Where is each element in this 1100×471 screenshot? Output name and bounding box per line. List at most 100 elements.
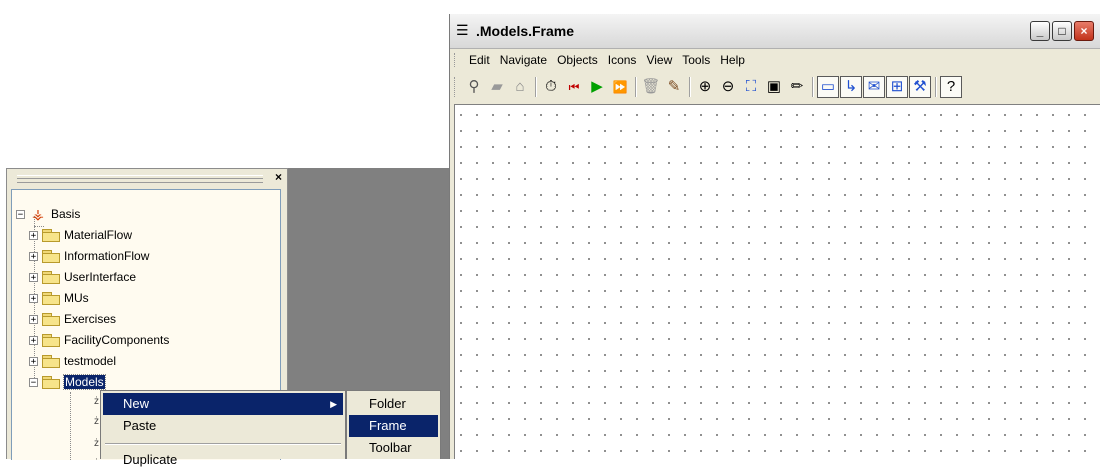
tree-node-label: Basis: [51, 207, 81, 221]
folder-icon: [42, 312, 60, 326]
eraser-icon[interactable]: ▭: [817, 76, 839, 98]
tree-node-label: FacilityComponents: [64, 333, 170, 347]
home-icon[interactable]: ⌂: [509, 76, 531, 98]
object-icon: ż: [94, 458, 99, 460]
fit-icon[interactable]: ⛶: [740, 76, 762, 98]
tree-node-testmodel[interactable]: + testmodel: [29, 351, 116, 371]
frame-window: ☰ .Models.Frame _ □ × Edit Navigate Obje…: [449, 14, 1100, 459]
tree-node-informationflow[interactable]: + InformationFlow: [29, 246, 149, 266]
tree-node-label: testmodel: [64, 354, 117, 368]
binoculars-icon[interactable]: ⚲: [463, 76, 485, 98]
zoom-in-icon[interactable]: ⊕: [694, 76, 716, 98]
broom-icon[interactable]: ✎: [663, 76, 685, 98]
minimize-button[interactable]: _: [1030, 21, 1050, 41]
context-menu: New ▶ Paste Duplicate: [100, 390, 346, 467]
frame-window-icon: ☰: [456, 22, 469, 38]
title-bar[interactable]: ☰ .Models.Frame _ □ ×: [450, 14, 1100, 49]
pencil-icon[interactable]: ✏: [786, 76, 808, 98]
help-icon[interactable]: ?: [940, 76, 962, 98]
folder-icon[interactable]: ▰: [486, 76, 508, 98]
submenu-folder[interactable]: Folder: [349, 393, 438, 415]
expand-icon[interactable]: +: [29, 293, 38, 303]
folder-icon: [42, 375, 60, 389]
toolbar-separator: [935, 77, 937, 97]
panel-close-button[interactable]: ×: [275, 170, 282, 184]
folder-icon: [42, 249, 60, 263]
toolbar-separator: [689, 77, 691, 97]
menu-view[interactable]: View: [641, 51, 677, 69]
tree-node-mus[interactable]: + MUs: [29, 288, 89, 308]
context-menu-separator: [105, 443, 341, 445]
tree-node-label: Models: [63, 374, 106, 390]
menu-navigate[interactable]: Navigate: [495, 51, 552, 69]
context-menu-new[interactable]: New ▶: [103, 393, 343, 415]
menu-bar: Edit Navigate Objects Icons View Tools H…: [450, 49, 1100, 71]
submenu-label: Toolbar: [369, 440, 412, 455]
rewind-icon[interactable]: ⏮: [563, 76, 585, 98]
object-icon: ż: [94, 416, 99, 427]
trash-icon[interactable]: 🗑: [640, 76, 662, 98]
object-icon: ż: [94, 438, 99, 449]
submenu-toolbar[interactable]: Toolbar: [349, 437, 438, 459]
toolbar-separator: [812, 77, 814, 97]
wizard-icon[interactable]: ⚒: [909, 76, 931, 98]
collapse-icon[interactable]: −: [16, 209, 25, 219]
collapse-icon[interactable]: −: [29, 377, 38, 387]
context-menu-label: New: [123, 396, 150, 411]
tree-connector: [70, 392, 71, 460]
toolbar-separator: [635, 77, 637, 97]
expand-icon[interactable]: +: [29, 356, 38, 366]
tree-node-label: MUs: [64, 291, 89, 305]
context-menu-label: Duplicate: [123, 452, 178, 467]
comment-icon[interactable]: ✉: [863, 76, 885, 98]
frame-icon[interactable]: ▣: [763, 76, 785, 98]
expand-icon[interactable]: +: [29, 251, 38, 261]
close-button[interactable]: ×: [1074, 21, 1094, 41]
expand-icon[interactable]: +: [29, 230, 38, 240]
expand-icon[interactable]: +: [29, 335, 38, 345]
menu-icons[interactable]: Icons: [603, 51, 642, 69]
tree-node-label: Exercises: [64, 312, 117, 326]
submenu-arrow-icon: ▶: [330, 399, 337, 409]
menu-grip[interactable]: [454, 53, 458, 67]
fast-forward-icon[interactable]: ⏩: [609, 76, 631, 98]
menu-help[interactable]: Help: [715, 51, 750, 69]
tree-node-userinterface[interactable]: + UserInterface: [29, 267, 136, 287]
context-menu-paste[interactable]: Paste: [103, 415, 343, 437]
tree-node-label: UserInterface: [64, 270, 137, 284]
tree-node-label: MaterialFlow: [64, 228, 133, 242]
stopwatch-icon[interactable]: ⏱: [540, 76, 562, 98]
panel-grip[interactable]: [17, 175, 263, 183]
window-title: .Models.Frame: [476, 23, 575, 39]
tree-node-models[interactable]: − Models: [29, 372, 106, 392]
submenu-frame[interactable]: Frame: [349, 415, 438, 437]
maximize-button[interactable]: □: [1052, 21, 1072, 41]
folder-icon: [42, 333, 60, 347]
tree-node-basis[interactable]: − ⚶ Basis: [16, 204, 80, 224]
folder-icon: [42, 228, 60, 242]
connector-icon[interactable]: ↳: [840, 76, 862, 98]
new-submenu: Folder Frame Toolbar: [346, 390, 441, 459]
object-icon: ż: [94, 396, 99, 407]
tree-node-label: InformationFlow: [64, 249, 150, 263]
play-icon[interactable]: ▶: [586, 76, 608, 98]
folder-icon: [42, 270, 60, 284]
menu-edit[interactable]: Edit: [464, 51, 495, 69]
expand-icon[interactable]: +: [29, 314, 38, 324]
toolbar: ⚲ ▰ ⌂ ⏱ ⏮ ▶ ⏩ 🗑 ✎ ⊕ ⊖ ⛶ ▣ ✏ ▭ ↳ ✉ ⊞ ⚒ ?: [450, 72, 1100, 102]
expand-icon[interactable]: +: [29, 272, 38, 282]
menu-objects[interactable]: Objects: [552, 51, 603, 69]
folder-icon: [42, 354, 60, 368]
context-menu-duplicate[interactable]: Duplicate: [103, 449, 343, 471]
grid-icon[interactable]: ⊞: [886, 76, 908, 98]
zoom-out-icon[interactable]: ⊖: [717, 76, 739, 98]
menu-tools[interactable]: Tools: [677, 51, 715, 69]
tree-node-facilitycomponents[interactable]: + FacilityComponents: [29, 330, 169, 350]
frame-canvas[interactable]: [454, 104, 1100, 459]
submenu-label: Folder: [369, 396, 406, 411]
tree-node-exercises[interactable]: + Exercises: [29, 309, 116, 329]
toolbar-separator: [535, 77, 537, 97]
tree-node-materialflow[interactable]: + MaterialFlow: [29, 225, 132, 245]
folder-icon: [42, 291, 60, 305]
toolbar-grip[interactable]: [454, 77, 458, 97]
